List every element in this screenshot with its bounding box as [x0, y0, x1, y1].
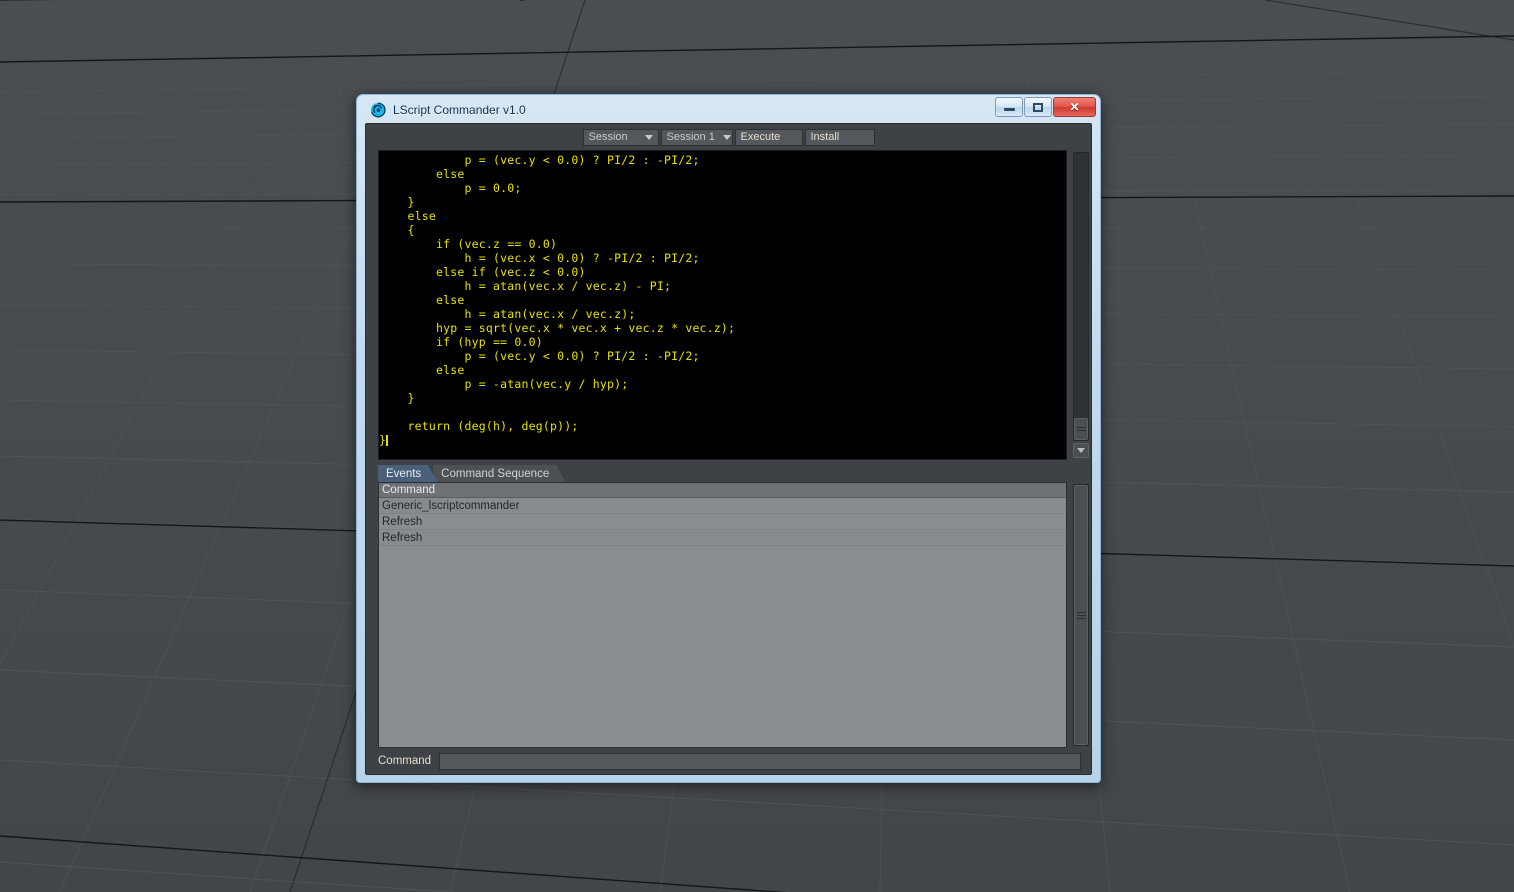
grip-line — [1076, 430, 1086, 431]
list-column-header-command[interactable]: Command — [379, 483, 1066, 498]
chevron-down-icon — [1077, 448, 1085, 453]
tab-strip[interactable]: Events Command Sequence — [366, 464, 1091, 482]
command-input[interactable] — [439, 752, 1081, 770]
grip-line — [1076, 427, 1086, 428]
maximize-button[interactable] — [1024, 97, 1052, 117]
app-panel: Session Session 1 Execute Install p = (v… — [365, 123, 1092, 775]
events-list-area: Command Generic_lscriptcommander Refresh… — [366, 482, 1091, 748]
grip-line — [1076, 614, 1086, 616]
lscript-swirl-icon — [370, 102, 386, 117]
maximize-icon — [1033, 102, 1043, 112]
grip-line — [1076, 611, 1086, 613]
close-button[interactable]: ✕ — [1053, 97, 1096, 117]
window-title: LScript Commander v1.0 — [393, 102, 526, 117]
editor-scrollbar-track[interactable] — [1073, 152, 1089, 441]
minimize-icon — [1003, 108, 1015, 111]
editor-area: p = (vec.y < 0.0) ? PI/2 : -PI/2; else p… — [366, 150, 1091, 460]
text-caret — [386, 435, 389, 446]
code-text[interactable]: p = (vec.y < 0.0) ? PI/2 : -PI/2; else p… — [379, 151, 1066, 447]
minimize-button[interactable] — [995, 97, 1023, 117]
install-button[interactable]: Install — [804, 128, 875, 146]
tab-events[interactable]: Events — [378, 465, 437, 482]
chevron-down-icon — [644, 134, 653, 140]
session-number-dropdown[interactable]: Session 1 — [660, 128, 733, 146]
execute-button[interactable]: Execute — [734, 128, 803, 146]
window-titlebar[interactable]: LScript Commander v1.0 ✕ — [365, 96, 1096, 123]
editor-scrollbar-thumb[interactable] — [1074, 418, 1088, 440]
list-scrollbar-thumb[interactable] — [1074, 485, 1088, 745]
command-bar: Command — [366, 748, 1091, 774]
grip-line — [1076, 617, 1086, 619]
events-list[interactable]: Command Generic_lscriptcommander Refresh… — [378, 482, 1067, 748]
session-type-value: Session — [588, 131, 628, 143]
list-item[interactable]: Generic_lscriptcommander — [379, 498, 1066, 514]
session-number-value: Session 1 — [666, 131, 715, 143]
lscript-code-editor[interactable]: p = (vec.y < 0.0) ? PI/2 : -PI/2; else p… — [378, 150, 1067, 460]
code-content: p = (vec.y < 0.0) ? PI/2 : -PI/2; else p… — [379, 153, 736, 447]
list-item[interactable]: Refresh — [379, 530, 1066, 546]
command-label: Command — [378, 755, 432, 767]
window-controls[interactable]: ✕ — [995, 97, 1096, 117]
editor-vertical-scrollbar[interactable] — [1071, 150, 1091, 460]
chevron-down-icon — [722, 134, 731, 140]
list-empty-space[interactable] — [379, 546, 1066, 747]
close-icon: ✕ — [1069, 100, 1080, 114]
list-scrollbar-track[interactable] — [1073, 484, 1089, 746]
editor-scroll-down-button[interactable] — [1073, 443, 1089, 458]
session-type-dropdown[interactable]: Session — [582, 128, 659, 146]
tab-command-sequence[interactable]: Command Sequence — [433, 465, 565, 482]
list-vertical-scrollbar[interactable] — [1071, 482, 1091, 748]
list-item[interactable]: Refresh — [379, 514, 1066, 530]
lscript-commander-window[interactable]: LScript Commander v1.0 ✕ Session Session… — [356, 94, 1101, 783]
toolbar: Session Session 1 Execute Install — [366, 124, 1091, 150]
